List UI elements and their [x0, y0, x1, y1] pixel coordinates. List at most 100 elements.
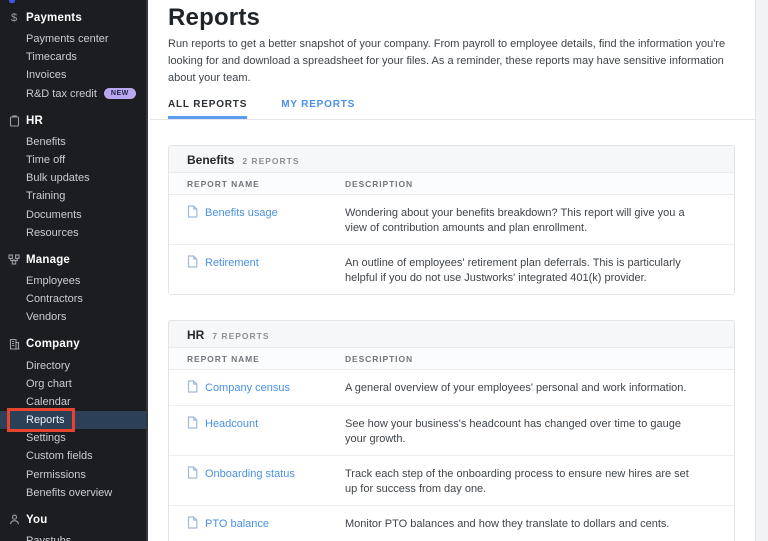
report-group-count: 2 REPORTS	[242, 156, 299, 166]
table-column-headers: REPORT NAME DESCRIPTION	[169, 348, 734, 370]
sidebar-item-r-d-tax-credit[interactable]: R&D tax credit NEW	[0, 85, 146, 103]
sidebar-section-you: You Paystubs	[0, 511, 146, 541]
report-link-retirement[interactable]: Retirement	[187, 255, 259, 271]
sidebar-item-paystubs[interactable]: Paystubs	[0, 532, 146, 541]
sidebar-item-benefits-overview[interactable]: Benefits overview	[0, 484, 146, 502]
sidebar-item-label: Custom fields	[26, 450, 93, 462]
sidebar-item-label: Timecards	[26, 51, 77, 63]
building-icon	[8, 338, 20, 350]
sidebar-item-employees[interactable]: Employees	[0, 272, 146, 290]
sidebar-item-label: Reports	[26, 414, 65, 426]
report-group-header: Benefits 2 REPORTS	[169, 146, 734, 173]
report-description: An outline of employees' retirement plan…	[345, 253, 716, 286]
tab-my-reports[interactable]: MY REPORTS	[281, 91, 355, 119]
sidebar-item-custom-fields[interactable]: Custom fields	[0, 447, 146, 465]
sidebar-item-label: Bulk updates	[26, 172, 90, 184]
report-description: Wondering about your benefits breakdown?…	[345, 203, 716, 236]
report-row-company-census: Company census A general overview of you…	[169, 370, 734, 406]
tab-all-reports[interactable]: ALL REPORTS	[168, 91, 247, 119]
report-group-count: 7 REPORTS	[212, 331, 269, 341]
report-groups-container: Benefits 2 REPORTS REPORT NAME DESCRIPTI…	[168, 145, 735, 541]
report-row-benefits-usage: Benefits usage Wondering about your bene…	[169, 195, 734, 245]
report-description: Monitor PTO balances and how they transl…	[345, 514, 716, 533]
sidebar-item-label: Documents	[26, 209, 82, 221]
dollar-icon: $	[8, 12, 20, 24]
sidebar-item-settings[interactable]: Settings	[0, 429, 146, 447]
report-link-headcount[interactable]: Headcount	[187, 416, 258, 432]
sidebar-nav: $ Payments Payments center Timecards Inv…	[0, 9, 146, 541]
sidebar-item-label: Invoices	[26, 69, 66, 81]
sidebar-section-payments: $ Payments Payments center Timecards Inv…	[0, 9, 146, 103]
sidebar: $ Payments Payments center Timecards Inv…	[0, 0, 148, 541]
document-icon	[187, 416, 198, 432]
column-report-name: REPORT NAME	[187, 354, 345, 364]
sidebar-item-label: Training	[26, 190, 65, 202]
sidebar-item-label: Permissions	[26, 469, 86, 481]
main-content: Reports Run reports to get a better snap…	[150, 0, 755, 541]
sidebar-item-contractors[interactable]: Contractors	[0, 290, 146, 308]
person-icon	[8, 514, 20, 525]
report-group-card-hr: HR 7 REPORTS REPORT NAME DESCRIPTION Com…	[168, 320, 735, 541]
sidebar-item-directory[interactable]: Directory	[0, 356, 146, 374]
report-description: See how your business's headcount has ch…	[345, 414, 716, 447]
sidebar-item-label: R&D tax credit	[26, 88, 97, 100]
sidebar-item-label: Calendar	[26, 396, 71, 408]
sidebar-item-vendors[interactable]: Vendors	[0, 308, 146, 326]
report-group-name: Benefits	[187, 153, 234, 167]
sidebar-item-label: Benefits overview	[26, 487, 112, 499]
sidebar-item-calendar[interactable]: Calendar	[0, 393, 146, 411]
report-link-company-census[interactable]: Company census	[187, 380, 290, 396]
sidebar-item-label: Contractors	[26, 293, 83, 305]
report-group-name: HR	[187, 328, 204, 342]
sidebar-item-documents[interactable]: Documents	[0, 206, 146, 224]
app-window: $ Payments Payments center Timecards Inv…	[0, 0, 768, 541]
report-link-benefits-usage[interactable]: Benefits usage	[187, 205, 278, 221]
report-row-onboarding-status: Onboarding status Track each step of the…	[169, 456, 734, 506]
sidebar-item-bulk-updates[interactable]: Bulk updates	[0, 169, 146, 187]
sidebar-item-benefits[interactable]: Benefits	[0, 133, 146, 151]
document-icon	[187, 380, 198, 396]
sidebar-section-label: You	[26, 514, 47, 526]
vertical-scrollbar[interactable]	[755, 0, 768, 541]
sidebar-section-label: HR	[26, 115, 43, 127]
sidebar-item-label: Payments center	[26, 33, 109, 45]
report-group-card-benefits: Benefits 2 REPORTS REPORT NAME DESCRIPTI…	[168, 145, 735, 295]
column-description: DESCRIPTION	[345, 354, 716, 364]
sidebar-item-payments-center[interactable]: Payments center	[0, 30, 146, 48]
column-report-name: REPORT NAME	[187, 179, 345, 189]
report-description: Track each step of the onboarding proces…	[345, 464, 716, 497]
page-title: Reports	[168, 6, 735, 30]
report-row-retirement: Retirement An outline of employees' reti…	[169, 245, 734, 294]
report-description: A general overview of your employees' pe…	[345, 378, 716, 397]
document-icon	[187, 516, 198, 532]
org-chart-icon	[8, 254, 20, 265]
document-icon	[187, 466, 198, 482]
sidebar-section-label: Payments	[26, 12, 82, 24]
report-group-header: HR 7 REPORTS	[169, 321, 734, 348]
document-icon	[187, 255, 198, 271]
clipboard-icon	[8, 115, 20, 127]
sidebar-item-label: Benefits	[26, 136, 66, 148]
sidebar-item-timecards[interactable]: Timecards	[0, 48, 146, 66]
sidebar-section-manage: Manage Employees Contractors Vendors	[0, 251, 146, 327]
sidebar-item-permissions[interactable]: Permissions	[0, 466, 146, 484]
page-description: Run reports to get a better snapshot of …	[168, 36, 735, 87]
sidebar-item-time-off[interactable]: Time off	[0, 151, 146, 169]
column-description: DESCRIPTION	[345, 179, 716, 189]
sidebar-item-label: Org chart	[26, 378, 72, 390]
sidebar-item-label: Settings	[26, 432, 66, 444]
sidebar-item-resources[interactable]: Resources	[0, 224, 146, 242]
sidebar-item-invoices[interactable]: Invoices	[0, 66, 146, 84]
sidebar-item-org-chart[interactable]: Org chart	[0, 375, 146, 393]
sidebar-item-label: Employees	[26, 275, 80, 287]
sidebar-section-company: Company Directory Org chart Calendar Rep…	[0, 335, 146, 502]
report-link-onboarding-status[interactable]: Onboarding status	[187, 466, 295, 482]
report-link-pto-balance[interactable]: PTO balance	[187, 516, 269, 532]
sidebar-item-label: Time off	[26, 154, 65, 166]
report-tabs: ALL REPORTS MY REPORTS	[150, 91, 755, 120]
sidebar-item-reports[interactable]: Reports	[0, 411, 146, 429]
report-row-pto-balance: PTO balance Monitor PTO balances and how…	[169, 506, 734, 541]
sidebar-item-training[interactable]: Training	[0, 187, 146, 205]
new-badge: NEW	[104, 88, 136, 99]
sidebar-section-hr: HR Benefits Time off Bulk updates Traini…	[0, 112, 146, 242]
